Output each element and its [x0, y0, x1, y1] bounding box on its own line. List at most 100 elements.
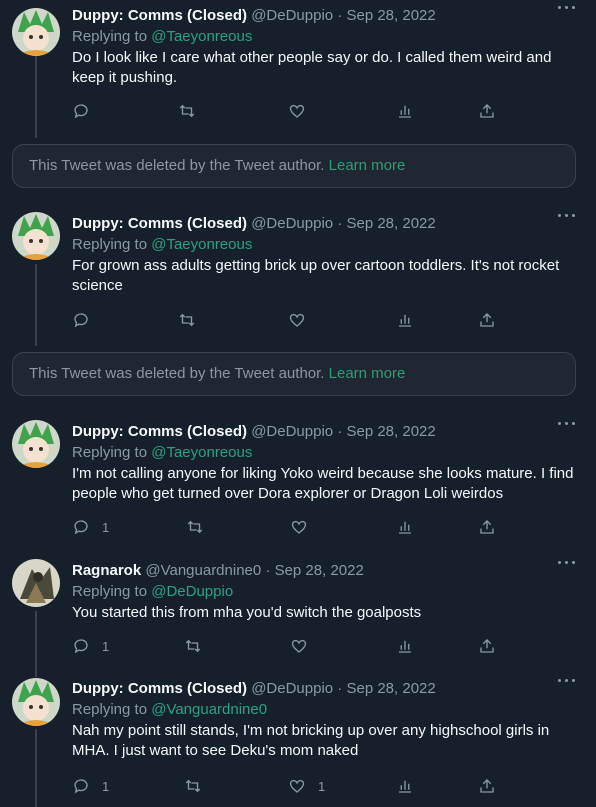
thread-line [35, 729, 37, 807]
like-button[interactable] [288, 309, 318, 331]
like-button[interactable] [290, 516, 320, 538]
tweet-text-line: Nah my point still stands, I'm not brick… [72, 722, 550, 739]
tweet-text-line: Do I look like I care what other people … [72, 49, 552, 66]
reply-button[interactable]: 1 [72, 635, 109, 657]
share-icon [480, 520, 494, 534]
author-handle[interactable]: @DeDuppio [251, 7, 333, 24]
tweet-date[interactable]: Sep 28, 2022 [346, 7, 435, 24]
replying-handle[interactable]: @Taeyonreous [151, 444, 252, 461]
author-handle[interactable]: @DeDuppio [251, 215, 333, 232]
tweet-text-line: people who get turned over Dora explorer… [72, 485, 504, 502]
author-name[interactable]: Duppy: Comms (Closed) [72, 680, 247, 697]
tweet[interactable]: Duppy: Comms (Closed) @DeDuppio · Sep 28… [0, 208, 596, 352]
author-handle[interactable]: @DeDuppio [251, 680, 333, 697]
replying-handle[interactable]: @DeDuppio [151, 583, 233, 600]
learn-more-link[interactable]: Learn more [329, 365, 406, 382]
replying-label: Replying to [72, 236, 148, 253]
avatar-duppy[interactable] [12, 212, 60, 260]
replying-handle[interactable]: @Taeyonreous [151, 28, 252, 45]
more-options-icon[interactable] [558, 6, 576, 12]
reply-count: 1 [102, 778, 110, 794]
separator: · [265, 562, 271, 579]
reply-icon [74, 313, 88, 328]
like-count: 1 [318, 778, 326, 794]
tweet-date[interactable]: Sep 28, 2022 [346, 215, 435, 232]
avatar-duppy[interactable] [12, 678, 60, 726]
share-button[interactable] [478, 775, 496, 797]
reply-button[interactable]: 1 [72, 775, 109, 797]
views-button[interactable] [396, 516, 414, 538]
tweet-actions [72, 309, 512, 331]
author-name[interactable]: Duppy: Comms (Closed) [72, 7, 247, 24]
tweet-text: Nah my point still stands, I'm not brick… [72, 721, 580, 761]
analytics-icon [399, 780, 411, 793]
views-button[interactable] [396, 309, 414, 331]
tweet-text-line: science [72, 277, 123, 294]
views-button[interactable] [396, 775, 414, 797]
heart-icon [291, 520, 307, 534]
tweet-date[interactable]: Sep 28, 2022 [346, 423, 435, 440]
learn-more-link[interactable]: Learn more [329, 157, 406, 174]
deleted-text: This Tweet was deleted by the Tweet auth… [29, 365, 325, 382]
more-options-icon[interactable] [558, 214, 576, 220]
reply-button[interactable] [72, 100, 102, 122]
more-options-icon[interactable] [558, 679, 576, 685]
reply-button[interactable] [72, 309, 102, 331]
heart-icon [289, 313, 305, 327]
deleted-text: This Tweet was deleted by the Tweet auth… [29, 157, 325, 174]
share-button[interactable] [478, 309, 496, 331]
reply-button[interactable]: 1 [72, 516, 109, 538]
reply-icon [74, 779, 88, 794]
more-options-icon[interactable] [558, 422, 576, 428]
like-button[interactable] [288, 100, 318, 122]
analytics-icon [399, 640, 411, 653]
views-button[interactable] [396, 100, 414, 122]
avatar-duppy[interactable] [12, 8, 60, 56]
tweet-actions: 1 1 [72, 775, 512, 797]
author-name[interactable]: Ragnarok [72, 562, 141, 579]
retweet-button[interactable] [184, 775, 202, 797]
thread-line [35, 56, 37, 138]
reply-icon [74, 639, 88, 654]
share-button[interactable] [478, 516, 496, 538]
replying-to: Replying to @Taeyonreous [72, 26, 580, 48]
replying-handle[interactable]: @Vanguardnine0 [151, 701, 267, 718]
tweet-text-line: For grown ass adults getting brick up ov… [72, 257, 560, 274]
author-name[interactable]: Duppy: Comms (Closed) [72, 423, 247, 440]
retweet-button[interactable] [178, 100, 196, 122]
retweet-button[interactable] [186, 516, 204, 538]
heart-icon [289, 104, 305, 118]
replying-to: Replying to @Vanguardnine0 [72, 699, 580, 721]
share-button[interactable] [478, 635, 496, 657]
tweet[interactable]: Duppy: Comms (Closed) @DeDuppio · Sep 28… [0, 416, 596, 548]
replying-label: Replying to [72, 701, 148, 718]
like-button[interactable] [290, 635, 320, 657]
tweet[interactable]: Duppy: Comms (Closed) @DeDuppio · Sep 28… [0, 673, 596, 807]
share-icon [480, 104, 494, 118]
analytics-icon [399, 105, 411, 118]
views-button[interactable] [396, 635, 414, 657]
share-button[interactable] [478, 100, 496, 122]
tweet[interactable]: Duppy: Comms (Closed) @DeDuppio · Sep 28… [0, 0, 596, 144]
reply-count: 1 [102, 519, 110, 535]
replying-handle[interactable]: @Taeyonreous [151, 236, 252, 253]
author-handle[interactable]: @Vanguardnine0 [145, 562, 261, 579]
avatar-ragnarok[interactable] [12, 559, 60, 607]
separator: · [337, 423, 343, 440]
retweet-button[interactable] [178, 309, 196, 331]
tweet[interactable]: Ragnarok @Vanguardnine0 · Sep 28, 2022 R… [0, 555, 596, 673]
share-icon [480, 639, 494, 653]
tweet-actions [72, 100, 512, 122]
more-options-icon[interactable] [558, 561, 576, 567]
retweet-button[interactable] [184, 635, 202, 657]
reply-icon [74, 104, 88, 119]
retweet-icon [187, 520, 203, 534]
tweet-date[interactable]: Sep 28, 2022 [275, 562, 364, 579]
avatar-duppy[interactable] [12, 420, 60, 468]
tweet-text: I'm not calling anyone for liking Yoko w… [72, 464, 580, 504]
heart-icon [289, 779, 305, 793]
like-button[interactable]: 1 [288, 775, 325, 797]
author-name[interactable]: Duppy: Comms (Closed) [72, 215, 247, 232]
tweet-date[interactable]: Sep 28, 2022 [346, 680, 435, 697]
author-handle[interactable]: @DeDuppio [251, 423, 333, 440]
